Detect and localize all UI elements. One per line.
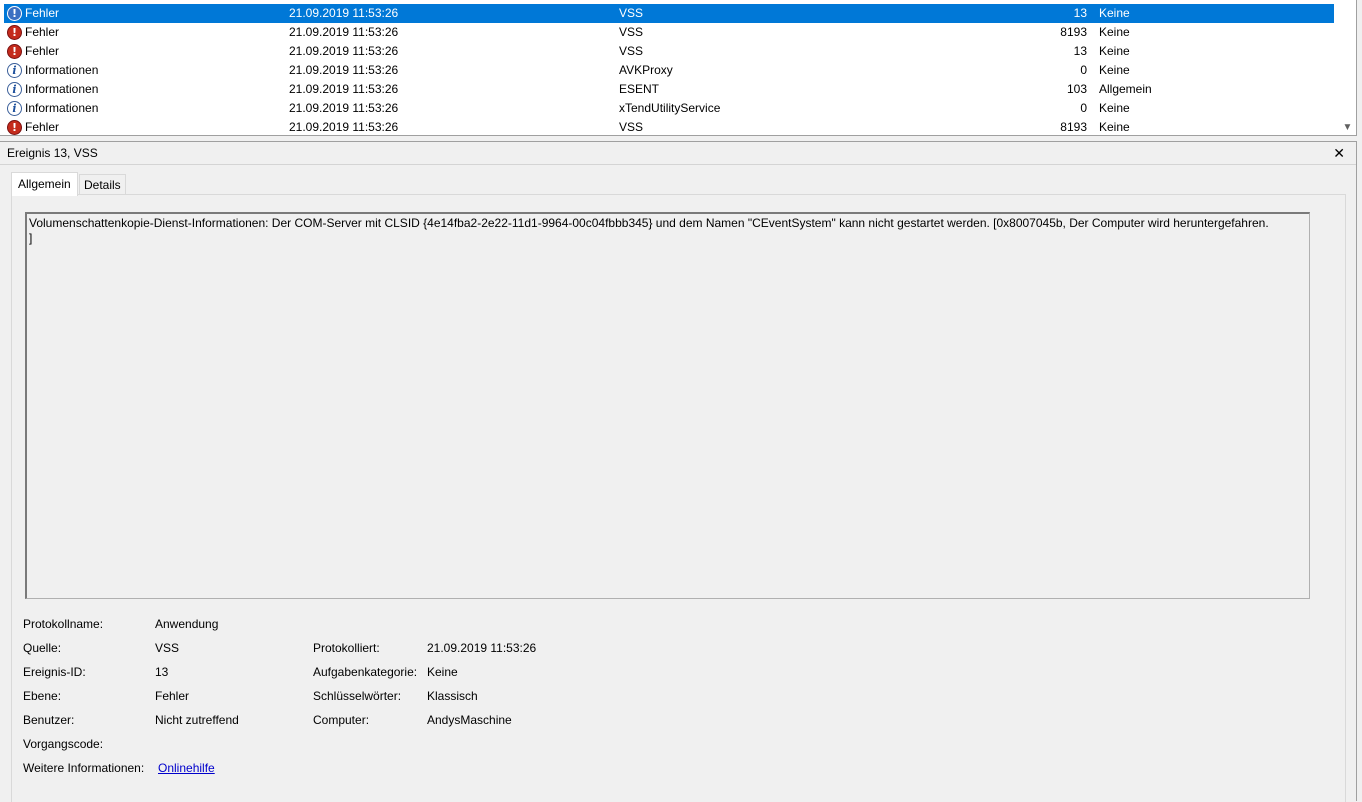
event-id: 0 [1080,63,1087,77]
event-category: Keine [1099,120,1130,134]
event-detail-pane: Ereignis 13, VSS ✕ Allgemein Details Vol… [0,141,1357,802]
event-level: Informationen [25,101,99,115]
task-category-label: Aufgabenkategorie: [313,665,418,679]
user-label: Benutzer: [23,713,75,727]
event-source: VSS [619,44,644,58]
event-row[interactable]: ! Fehler 21.09.2019 11:53:26 VSS 8193 Keine [4,118,1334,135]
task-category-value: Keine [427,665,458,679]
opcode-label: Vorgangscode: [23,737,104,751]
keywords-value: Klassisch [427,689,478,703]
detail-title: Ereignis 13, VSS [7,146,98,160]
event-category: Keine [1099,6,1130,20]
event-id: 8193 [1060,120,1087,134]
tab-details[interactable]: Details [79,174,126,195]
error-icon: ! [7,6,22,21]
event-id-label: Ereignis-ID: [23,665,86,679]
vertical-scrollbar[interactable]: ▼ [1339,0,1356,135]
event-date: 21.09.2019 11:53:26 [289,6,399,20]
computer-label: Computer: [313,713,370,727]
info-icon: i [7,101,22,116]
event-level: Informationen [25,63,99,77]
event-category: Keine [1099,25,1130,39]
event-category: Allgemein [1099,82,1152,96]
event-id: 0 [1080,101,1087,115]
event-row[interactable]: ! Fehler 21.09.2019 11:53:26 VSS 8193 Keine [4,23,1334,42]
event-id: 13 [1073,6,1087,20]
event-source: VSS [619,6,644,20]
event-row[interactable]: ! Fehler 21.09.2019 11:53:26 VSS 13 Keine [4,42,1334,61]
event-source: VSS [619,25,644,39]
close-icon[interactable]: ✕ [1333,142,1345,164]
event-id: 8193 [1060,25,1087,39]
logged-label: Protokolliert: [313,641,380,655]
event-category: Keine [1099,63,1130,77]
more-info-label: Weitere Informationen: [23,761,145,775]
tab-general-content: Volumenschattenkopie-Dienst-Informatione… [11,194,1346,802]
event-id: 103 [1066,82,1087,96]
event-row[interactable]: i Informationen 21.09.2019 11:53:26 xTendUt… [4,99,1334,118]
error-icon: ! [7,25,22,40]
event-date: 21.09.2019 11:53:26 [289,101,399,115]
event-source: AVKProxy [619,63,673,77]
event-level: Informationen [25,82,99,96]
user-value: Nicht zutreffend [155,713,239,727]
event-source: xTendUtilityService [619,101,721,115]
event-row[interactable]: ! Fehler 21.09.2019 11:53:26 VSS 13 Keine [4,4,1334,23]
event-row[interactable]: i Informationen 21.09.2019 11:53:26 ESENT 10… [4,80,1334,99]
event-level: Fehler [25,25,60,39]
event-message-text[interactable]: Volumenschattenkopie-Dienst-Informatione… [25,212,1310,599]
info-icon: i [7,63,22,78]
logged-value: 21.09.2019 11:53:26 [427,641,537,655]
event-id: 13 [1073,44,1087,58]
detail-header: Ereignis 13, VSS ✕ [0,142,1356,165]
level-value: Fehler [155,689,190,703]
log-name-label: Protokollname: [23,617,104,631]
source-value: VSS [155,641,180,655]
log-name-value: Anwendung [155,617,219,631]
online-help-link[interactable]: Onlinehilfe [158,761,215,775]
info-icon: i [7,82,22,97]
event-category: Keine [1099,101,1130,115]
event-source: VSS [619,120,644,134]
error-icon: ! [7,44,22,59]
event-list[interactable]: ! Fehler 21.09.2019 11:53:26 VSS 13 Keine! Feh… [0,0,1357,136]
keywords-label: Schlüsselwörter: [313,689,402,703]
error-icon: ! [7,120,22,135]
scroll-down-arrow-icon[interactable]: ▼ [1342,122,1353,133]
event-category: Keine [1099,44,1130,58]
event-level: Fehler [25,120,60,134]
event-date: 21.09.2019 11:53:26 [289,120,399,134]
event-source: ESENT [619,82,660,96]
event-date: 21.09.2019 11:53:26 [289,82,399,96]
level-label: Ebene: [23,689,62,703]
event-level: Fehler [25,6,60,20]
computer-value: AndysMaschine [427,713,512,727]
source-label: Quelle: [23,641,62,655]
event-level: Fehler [25,44,60,58]
tab-general[interactable]: Allgemein [11,172,78,196]
event-id-value: 13 [155,665,169,679]
event-date: 21.09.2019 11:53:26 [289,25,399,39]
event-date: 21.09.2019 11:53:26 [289,44,399,58]
event-row[interactable]: i Informationen 21.09.2019 11:53:26 AVKProx… [4,61,1334,80]
event-date: 21.09.2019 11:53:26 [289,63,399,77]
